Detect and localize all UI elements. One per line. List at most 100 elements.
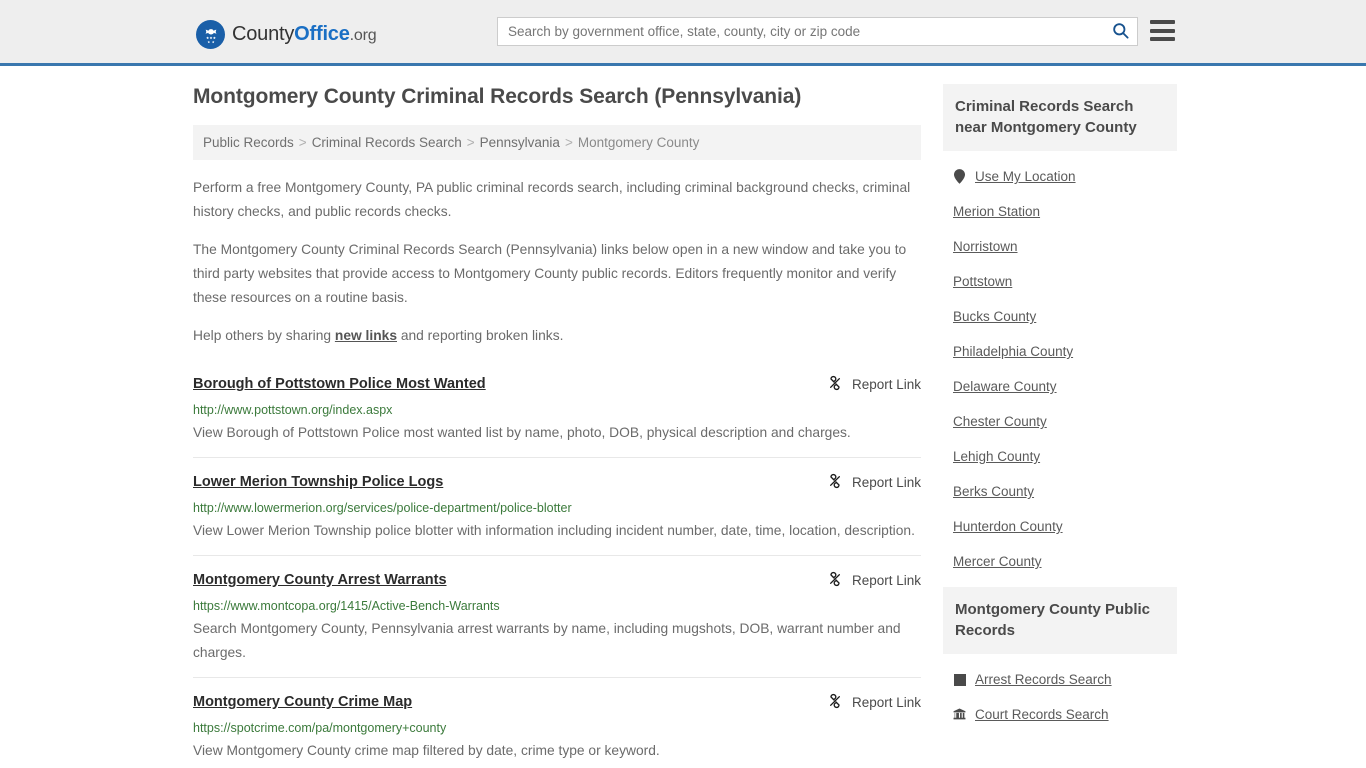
sidebar-item-label[interactable]: Mercer County xyxy=(953,553,1042,570)
square-badge-icon xyxy=(953,673,966,686)
sidebar-item-label[interactable]: Chester County xyxy=(953,413,1047,430)
main-column: Montgomery County Criminal Records Searc… xyxy=(193,84,921,768)
sidebar-item-bucks-county[interactable]: Bucks County xyxy=(953,299,1177,334)
report-link-label: Report Link xyxy=(851,377,921,392)
new-links-link[interactable]: new links xyxy=(335,328,397,343)
hamburger-bar-3 xyxy=(1150,37,1175,41)
broken-link-icon xyxy=(827,375,843,394)
report-link-button[interactable]: Report Link xyxy=(811,375,921,394)
result-item: Montgomery County Crime Map Report Link xyxy=(193,677,921,768)
intro-paragraph-1: Perform a free Montgomery County, PA pub… xyxy=(193,180,911,219)
page-title: Montgomery County Criminal Records Searc… xyxy=(193,85,802,108)
sidebar-item-label[interactable]: Hunterdon County xyxy=(953,518,1063,535)
sidebar-item-berks-county[interactable]: Berks County xyxy=(953,474,1177,509)
hamburger-bar-1 xyxy=(1150,20,1175,24)
help-line-before: Help others by sharing xyxy=(193,328,335,343)
result-url[interactable]: http://www.lowermerion.org/services/poli… xyxy=(193,500,921,516)
courthouse-icon xyxy=(953,708,966,721)
nearby-search-heading: Criminal Records Search near Montgomery … xyxy=(943,84,1177,151)
sidebar-item-label[interactable]: Berks County xyxy=(953,483,1034,500)
eagle-seal-logo xyxy=(196,20,225,49)
sidebar-item-label[interactable]: Merion Station xyxy=(953,203,1040,220)
intro-paragraph-2: The Montgomery County Criminal Records S… xyxy=(193,242,907,305)
hamburger-bar-2 xyxy=(1150,28,1175,33)
sidebar-item-label[interactable]: Norristown xyxy=(953,238,1018,255)
breadcrumb-item-pennsylvania[interactable]: Pennsylvania xyxy=(480,135,560,150)
public-records-heading: Montgomery County Public Records xyxy=(943,587,1177,654)
sidebar-item-chester-county[interactable]: Chester County xyxy=(953,404,1177,439)
sidebar-item-lehigh-county[interactable]: Lehigh County xyxy=(953,439,1177,474)
breadcrumb-separator: > xyxy=(298,135,307,150)
sidebar-item-arrest-records-search[interactable]: Arrest Records Search xyxy=(953,662,1177,697)
help-line-after: and reporting broken links. xyxy=(397,328,564,343)
brand-wordmark: CountyOffice.org xyxy=(232,23,377,46)
sidebar-item-norristown[interactable]: Norristown xyxy=(953,229,1177,264)
brand-part-county: County xyxy=(232,23,295,45)
sidebar-item-label[interactable]: Arrest Records Search xyxy=(975,671,1112,688)
map-pin-icon xyxy=(953,169,966,184)
breadcrumb-separator: > xyxy=(564,135,573,150)
brand-part-office: Office xyxy=(294,23,350,45)
report-link-button[interactable]: Report Link xyxy=(811,473,921,492)
result-url[interactable]: http://www.pottstown.org/index.aspx xyxy=(193,402,921,418)
sidebar-item-label[interactable]: Philadelphia County xyxy=(953,343,1073,360)
broken-link-icon xyxy=(827,473,843,492)
report-link-label: Report Link xyxy=(851,475,921,490)
result-description: View Borough of Pottstown Police most wa… xyxy=(193,425,851,440)
hamburger-menu-icon[interactable] xyxy=(1150,20,1175,41)
search-bar[interactable] xyxy=(497,17,1138,46)
breadcrumb-item-public-records[interactable]: Public Records xyxy=(203,135,294,150)
result-description: Search Montgomery County, Pennsylvania a… xyxy=(193,621,901,660)
sidebar-item-hunterdon-county[interactable]: Hunterdon County xyxy=(953,509,1177,544)
sidebar-item-pottstown[interactable]: Pottstown xyxy=(953,264,1177,299)
page-body: Montgomery County Criminal Records Searc… xyxy=(0,66,1366,768)
report-link-button[interactable]: Report Link xyxy=(811,693,921,712)
broken-link-icon xyxy=(827,571,843,590)
result-title-link[interactable]: Montgomery County Arrest Warrants xyxy=(193,570,447,590)
sidebar-item-label[interactable]: Pottstown xyxy=(953,273,1012,290)
sidebar-item-merion-station[interactable]: Merion Station xyxy=(953,194,1177,229)
report-link-label: Report Link xyxy=(851,573,921,588)
report-link-button[interactable]: Report Link xyxy=(811,571,921,590)
result-header: Lower Merion Township Police Logs Report… xyxy=(193,472,921,492)
result-title-link[interactable]: Borough of Pottstown Police Most Wanted xyxy=(193,374,486,394)
sidebar-item-philadelphia-county[interactable]: Philadelphia County xyxy=(953,334,1177,369)
result-description: View Lower Merion Township police blotte… xyxy=(193,523,915,538)
sidebar-item-label[interactable]: Bucks County xyxy=(953,308,1036,325)
nearby-search-list: Use My Location Merion Station Norristow… xyxy=(943,151,1177,579)
result-header: Montgomery County Arrest Warrants Report… xyxy=(193,570,921,590)
search-input[interactable] xyxy=(498,18,1103,45)
sidebar-item-label[interactable]: Delaware County xyxy=(953,378,1057,395)
search-button[interactable] xyxy=(1103,18,1137,45)
search-icon xyxy=(1111,21,1130,43)
sidebar-item-label[interactable]: Use My Location xyxy=(975,168,1076,185)
content-container: Montgomery County Criminal Records Searc… xyxy=(193,66,1177,768)
sidebar-item-mercer-county[interactable]: Mercer County xyxy=(953,544,1177,579)
results-list: Borough of Pottstown Police Most Wanted … xyxy=(193,362,921,768)
result-header: Borough of Pottstown Police Most Wanted … xyxy=(193,374,921,394)
sidebar-item-delaware-county[interactable]: Delaware County xyxy=(953,369,1177,404)
result-header: Montgomery County Crime Map Report Link xyxy=(193,692,921,712)
sidebar-item-court-records-search[interactable]: Court Records Search xyxy=(953,697,1177,732)
sidebar-item-use-my-location[interactable]: Use My Location xyxy=(953,159,1177,194)
result-url[interactable]: https://spotcrime.com/pa/montgomery+coun… xyxy=(193,720,921,736)
result-item: Montgomery County Arrest Warrants Report… xyxy=(193,555,921,677)
result-title-link[interactable]: Lower Merion Township Police Logs xyxy=(193,472,443,492)
site-header: CountyOffice.org xyxy=(0,0,1366,66)
result-item: Borough of Pottstown Police Most Wanted … xyxy=(193,362,921,457)
broken-link-icon xyxy=(827,693,843,712)
sidebar-item-label[interactable]: Lehigh County xyxy=(953,448,1040,465)
breadcrumb-separator: > xyxy=(466,135,475,150)
sidebar-item-label[interactable]: Court Records Search xyxy=(975,706,1109,723)
site-logo[interactable]: CountyOffice.org xyxy=(196,20,377,49)
brand-part-org: .org xyxy=(349,27,377,44)
help-line: Help others by sharing new links and rep… xyxy=(193,324,921,348)
result-title-link[interactable]: Montgomery County Crime Map xyxy=(193,692,412,712)
public-records-box: Montgomery County Public Records Arrest … xyxy=(943,587,1177,732)
result-url[interactable]: https://www.montcopa.org/1415/Active-Ben… xyxy=(193,598,921,614)
breadcrumb: Public Records > Criminal Records Search > P… xyxy=(193,125,921,160)
breadcrumb-item-criminal-records-search[interactable]: Criminal Records Search xyxy=(312,135,462,150)
nearby-search-box: Criminal Records Search near Montgomery … xyxy=(943,84,1177,579)
result-description: View Montgomery County crime map filtere… xyxy=(193,743,660,758)
public-records-list: Arrest Records Search Court Records Sear… xyxy=(943,654,1177,732)
